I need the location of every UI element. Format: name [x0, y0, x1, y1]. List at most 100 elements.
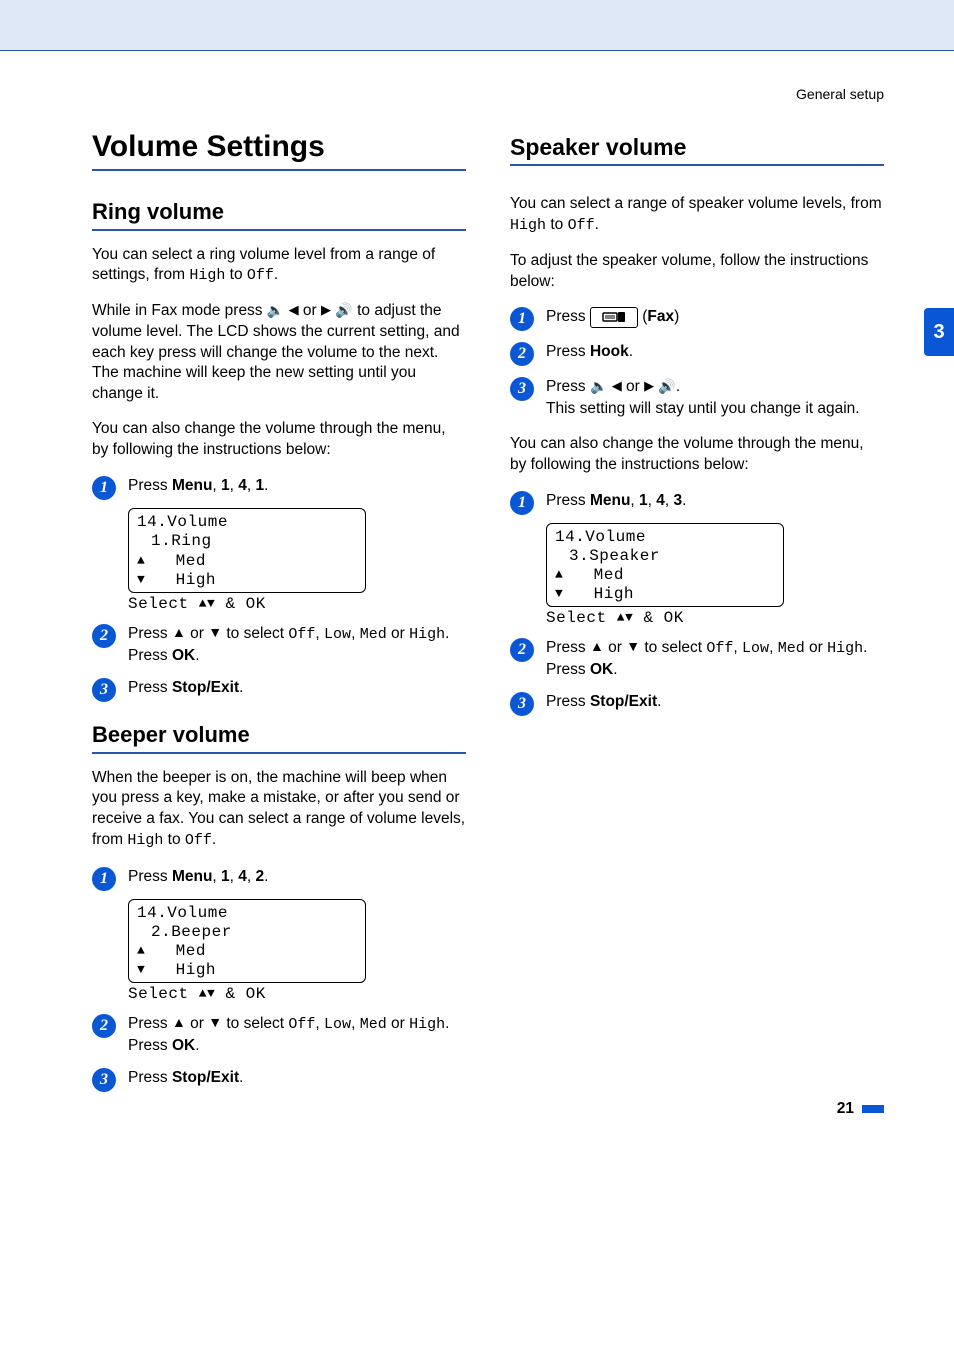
ok-key: OK — [172, 647, 195, 664]
speaker-menu-step-3: 3 Press Stop/Exit. — [510, 691, 884, 716]
text: Press — [128, 868, 172, 885]
arrow-up-icon: ▲ — [172, 1013, 186, 1033]
speaker-low-icon: 🔈 — [590, 377, 607, 397]
lcd-line: 14.Volume — [555, 528, 775, 547]
text: . — [629, 343, 633, 360]
digit: 1 — [221, 868, 230, 885]
arrow-up-icon: ▲ — [617, 610, 625, 625]
arrow-left-icon: ◀ — [612, 377, 622, 395]
speaker-menu-step-2: 2 Press ▲ or ▼ to select Off, Low, Med o… — [510, 637, 884, 681]
digit: 2 — [256, 868, 265, 885]
arrow-down-icon: ▼ — [555, 586, 563, 602]
text: Press — [128, 1069, 172, 1086]
arrow-right-icon: ▶ — [321, 301, 331, 319]
lcd-display-ring: 14.Volume 1.Ring ▲ Med ▼ High — [128, 508, 366, 593]
text: or — [805, 639, 827, 656]
option-med: Med — [360, 626, 387, 643]
lcd-line: ▼ High — [137, 571, 357, 590]
value-off: Off — [568, 217, 595, 234]
step-number-1: 1 — [510, 307, 534, 331]
text: . — [195, 647, 199, 664]
ring-step-2: 2 Press ▲ or ▼ to select Off, Low, Med o… — [92, 623, 466, 667]
menu-key: Menu — [590, 492, 630, 509]
lcd-value: High — [176, 571, 216, 589]
page: General setup Volume Settings Ring volum… — [0, 51, 954, 1138]
step-body: Press Stop/Exit. — [128, 677, 466, 699]
text: Select — [128, 985, 199, 1003]
lcd-value: Med — [176, 942, 206, 960]
text: to select — [222, 625, 288, 642]
text: or — [186, 625, 208, 642]
arrow-up-icon: ▲ — [199, 596, 207, 611]
text: or — [622, 378, 644, 395]
text: . — [613, 661, 617, 678]
text: Press — [128, 1015, 172, 1032]
beeper-step-3: 3 Press Stop/Exit. — [92, 1067, 466, 1092]
text: or — [387, 1015, 409, 1032]
value-off: Off — [185, 832, 212, 849]
ring-paragraph-3: You can also change the volume through t… — [92, 419, 466, 461]
stop-exit-key: Stop/Exit — [172, 679, 239, 696]
section-title-volume-settings: Volume Settings — [92, 130, 466, 171]
option-med: Med — [360, 1016, 387, 1033]
lcd-line: 3.Speaker — [555, 547, 775, 566]
hook-key: Hook — [590, 343, 629, 360]
digit: 4 — [238, 868, 247, 885]
speaker-step-3: 3 Press 🔈 ◀ or ▶ 🔊. This setting will st… — [510, 376, 884, 419]
arrow-down-icon: ▼ — [208, 623, 222, 643]
text: , — [212, 477, 221, 494]
lcd-line: 14.Volume — [137, 904, 357, 923]
text: to — [225, 266, 247, 283]
step-number-3: 3 — [510, 692, 534, 716]
step-body: Press Menu, 1, 4, 3. — [546, 490, 884, 512]
value-high: High — [510, 217, 546, 234]
text: , — [630, 492, 639, 509]
ring-paragraph-1: You can select a ring volume level from … — [92, 245, 466, 287]
step-body: Press 🔈 ◀ or ▶ 🔊. This setting will stay… — [546, 376, 884, 419]
text: ) — [674, 308, 679, 325]
value-off: Off — [247, 267, 274, 284]
beeper-step-2: 2 Press ▲ or ▼ to select Off, Low, Med o… — [92, 1013, 466, 1057]
step-number-3: 3 — [510, 377, 534, 401]
lcd-line: ▲ Med — [555, 566, 775, 585]
step-body: Press Stop/Exit. — [546, 691, 884, 713]
speaker-paragraph-1: You can select a range of speaker volume… — [510, 194, 884, 236]
text: . — [657, 693, 661, 710]
option-high: High — [409, 626, 445, 643]
text: . — [676, 378, 680, 395]
arrow-down-icon: ▼ — [208, 1013, 222, 1033]
ok-key: OK — [590, 661, 613, 678]
text: Press — [546, 492, 590, 509]
digit: 1 — [221, 477, 230, 494]
step-number-1: 1 — [92, 867, 116, 891]
lcd-line: ▼ High — [555, 585, 775, 604]
text: or — [299, 302, 321, 319]
text: ( — [638, 308, 647, 325]
beeper-paragraph-1: When the beeper is on, the machine will … — [92, 768, 466, 852]
lcd-line: 2.Beeper — [137, 923, 357, 942]
speaker-step-2: 2 Press Hook. — [510, 341, 884, 366]
option-low: Low — [742, 640, 769, 657]
text: Press — [128, 477, 172, 494]
speaker-high-icon: 🔊 — [658, 377, 675, 397]
option-off: Off — [288, 626, 315, 643]
text: to select — [222, 1015, 288, 1032]
step-body: Press Menu, 1, 4, 2. — [128, 866, 466, 888]
page-footer: 21 — [837, 1100, 884, 1118]
lcd-display-speaker: 14.Volume 3.Speaker ▲ Med ▼ High — [546, 523, 784, 608]
text: or — [604, 639, 626, 656]
step-number-1: 1 — [510, 491, 534, 515]
text: . — [595, 216, 599, 233]
text: & OK — [215, 985, 266, 1003]
step-body: Press Menu, 1, 4, 1. — [128, 475, 466, 497]
arrow-down-icon: ▼ — [137, 962, 145, 978]
lcd-value: Med — [176, 552, 206, 570]
step-body: Press ▲ or ▼ to select Off, Low, Med or … — [128, 1013, 466, 1057]
fax-icon — [601, 310, 627, 324]
text: to — [163, 831, 185, 848]
digit: 4 — [238, 477, 247, 494]
arrow-right-icon: ▶ — [644, 377, 654, 395]
text: Select — [546, 609, 617, 627]
speaker-paragraph-2: To adjust the speaker volume, follow the… — [510, 251, 884, 293]
subsection-title-ring: Ring volume — [92, 199, 466, 231]
